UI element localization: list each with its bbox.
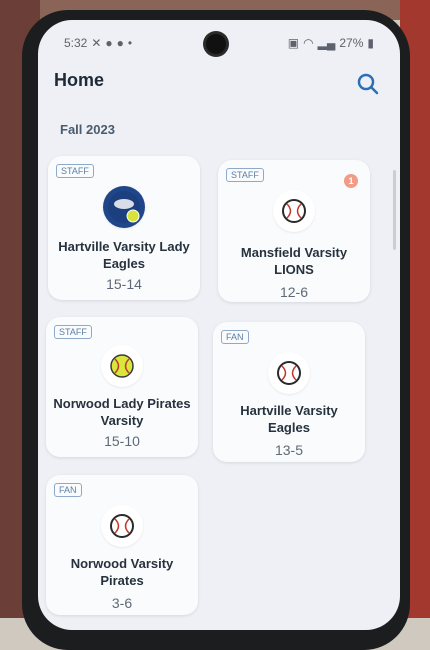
- role-badge: STAFF: [56, 164, 94, 178]
- role-badge: STAFF: [54, 325, 92, 339]
- team-record: 13-5: [274, 442, 304, 458]
- camera-cutout: [206, 34, 226, 54]
- team-card[interactable]: FAN Hartville Varsity Eagles 13-5: [213, 322, 365, 462]
- notification-icon: ●: [105, 36, 113, 50]
- team-name: Hartville Varsity Eagles: [240, 403, 338, 435]
- status-bar: 5:32 ✕ ● ● • ▣ ◠ ▂▄ 27% ▮: [38, 20, 400, 58]
- dot-icon: •: [127, 36, 133, 50]
- team-name: Mansfield Varsity LIONS: [240, 245, 348, 277]
- battery-percent: 27%: [339, 36, 364, 50]
- scrollbar[interactable]: [393, 170, 396, 250]
- role-badge: STAFF: [226, 168, 264, 182]
- status-right: ▣ ◠ ▂▄ 27% ▮: [288, 36, 374, 50]
- search-icon: [357, 73, 379, 95]
- status-left: 5:32 ✕ ● ● •: [64, 36, 132, 50]
- team-name: Hartville Varsity Lady Eagles: [58, 239, 190, 271]
- team-card[interactable]: FAN Norwood Varsity Pirates 3-6: [46, 475, 198, 615]
- vibrate-icon: ▣: [287, 36, 300, 50]
- team-name: Norwood Varsity Pirates: [70, 556, 174, 588]
- signal-icon: ▂▄: [317, 36, 336, 50]
- eagles-logo: [103, 186, 145, 228]
- team-card[interactable]: STAFF 1 Mansfield Varsity LIONS 12-6: [218, 160, 370, 302]
- role-badge: FAN: [54, 483, 82, 497]
- team-record: 15-14: [106, 276, 142, 292]
- season-header: Fall 2023: [60, 122, 115, 137]
- wifi-icon: ◠: [303, 36, 314, 50]
- team-record: 15-10: [104, 433, 140, 449]
- softball-icon: [101, 345, 143, 387]
- baseball-icon: [268, 352, 310, 394]
- status-time: 5:32: [64, 36, 88, 50]
- role-badge: FAN: [221, 330, 249, 344]
- baseball-icon: [273, 190, 315, 232]
- team-card[interactable]: STAFF Hartville Varsity Lady Eagles 15-1…: [48, 156, 200, 300]
- notification-badge: 1: [344, 174, 358, 188]
- team-record: 12-6: [279, 284, 309, 300]
- team-record: 3-6: [111, 595, 133, 611]
- x-icon: ✕: [91, 36, 102, 50]
- team-card[interactable]: STAFF Norwood Lady Pirates Varsity 15-10: [46, 317, 198, 457]
- baseball-icon: [101, 505, 143, 547]
- notification-icon: ●: [116, 36, 124, 50]
- team-name: Norwood Lady Pirates Varsity: [53, 396, 191, 428]
- battery-icon: ▮: [367, 36, 374, 50]
- phone-screen: 5:32 ✕ ● ● • ▣ ◠ ▂▄ 27% ▮ Home Fall 2023…: [38, 20, 400, 630]
- page-title: Home: [54, 70, 105, 90]
- search-button[interactable]: [356, 72, 380, 96]
